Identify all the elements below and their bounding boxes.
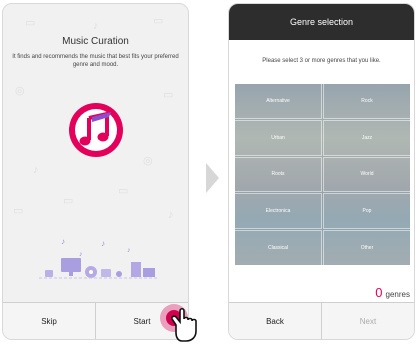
background-decor-icon: ▭ [153, 15, 164, 27]
svg-text:♪: ♪ [79, 251, 83, 258]
pointing-hand-icon [168, 305, 204, 343]
genre-instruction: Please select 3 or more genres that you … [262, 58, 381, 64]
music-note-logo-icon [67, 101, 125, 159]
background-decor-icon: ▭ [25, 17, 36, 29]
genre-selection-screen: Genre selection Please select 3 or more … [228, 3, 415, 340]
next-button[interactable]: Next [321, 303, 414, 339]
genre-tile-alternative[interactable]: Alternative [234, 83, 322, 119]
svg-text:♪: ♪ [101, 239, 105, 248]
genre-tile-urban[interactable]: Urban [234, 119, 322, 156]
genre-tile-jazz[interactable]: Jazz [323, 119, 411, 156]
bottom-action-bar: Back Next [229, 302, 414, 339]
flow-arrow-icon [206, 163, 219, 193]
genre-tile-roots[interactable]: Roots [234, 156, 322, 193]
back-button[interactable]: Back [229, 303, 321, 339]
selected-count-unit: genres [385, 290, 410, 299]
background-decor-icon: ▭ [118, 185, 129, 197]
background-decor-icon: ▭ [63, 195, 74, 207]
selected-count-value: 0 [375, 285, 383, 300]
header-title: Genre selection [289, 17, 354, 27]
curation-description: It finds and recommends the music that b… [12, 54, 179, 68]
genre-tile-pop[interactable]: Pop [323, 193, 411, 230]
selected-genre-count: 0 genres [375, 285, 410, 300]
genre-tile-electronica[interactable]: Electronica [234, 193, 322, 230]
genre-grid: Alternative Rock Urban Jazz Roots World … [234, 83, 411, 266]
music-curation-screen: ▭ ♪ ▭ ◎ ▭ ♪ ◎ ▭ ♪ ▭ ▭ Music Curation It … [2, 3, 189, 340]
genre-tile-classical[interactable]: Classical [234, 230, 322, 266]
skip-button[interactable]: Skip [3, 303, 95, 339]
page-title: Music Curation [62, 36, 129, 47]
connected-devices-illustration: ♪ ♪ ♪ ♪ [39, 234, 159, 284]
background-decor-icon: ▭ [13, 205, 24, 217]
background-decor-icon: ♪ [168, 209, 174, 221]
genre-tile-other[interactable]: Other [323, 230, 411, 266]
svg-text:♪: ♪ [127, 247, 131, 254]
background-decor-icon: ◎ [15, 85, 25, 97]
genre-tile-rock[interactable]: Rock [323, 83, 411, 119]
background-decor-icon: ♪ [33, 164, 39, 176]
genre-header: Genre selection [229, 4, 414, 40]
background-decor-icon: ♪ [93, 20, 99, 32]
genre-tile-world[interactable]: World [323, 156, 411, 193]
background-decor-icon: ◎ [143, 155, 153, 167]
svg-text:♪: ♪ [61, 237, 65, 246]
background-decor-icon: ▭ [163, 89, 174, 101]
